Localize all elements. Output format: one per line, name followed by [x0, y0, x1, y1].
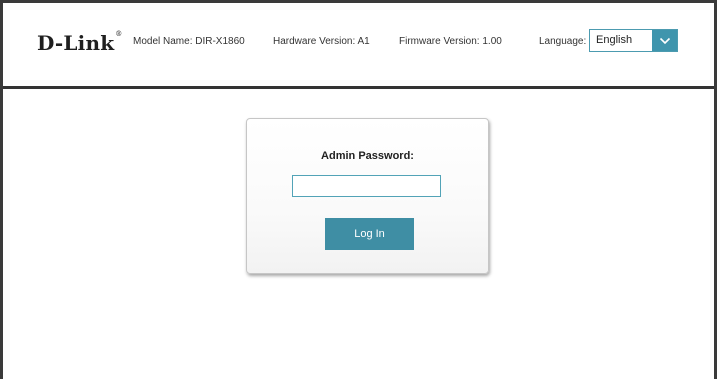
admin-password-input[interactable] [292, 175, 441, 197]
header-bar: D-Link® Model Name: DIR-X1860 Hardware V… [3, 3, 714, 89]
logo-text: D-Link [37, 31, 115, 55]
app-frame: D-Link® Model Name: DIR-X1860 Hardware V… [0, 0, 717, 379]
language-value: English [596, 34, 633, 46]
language-select[interactable]: English [589, 29, 678, 52]
admin-password-label: Admin Password: [321, 150, 414, 162]
logo-registered-mark: ® [115, 30, 123, 39]
chevron-down-icon [659, 37, 670, 44]
model-name-text: Model Name: DIR-X1860 [133, 36, 245, 47]
dlink-logo: D-Link® [37, 30, 123, 55]
firmware-version-text: Firmware Version: 1.00 [399, 36, 502, 47]
language-label: Language: [539, 36, 587, 47]
login-card: Admin Password: Log In [246, 118, 489, 274]
language-dropdown-button[interactable] [652, 30, 677, 51]
login-button[interactable]: Log In [325, 218, 414, 250]
hardware-version-text: Hardware Version: A1 [273, 36, 370, 47]
